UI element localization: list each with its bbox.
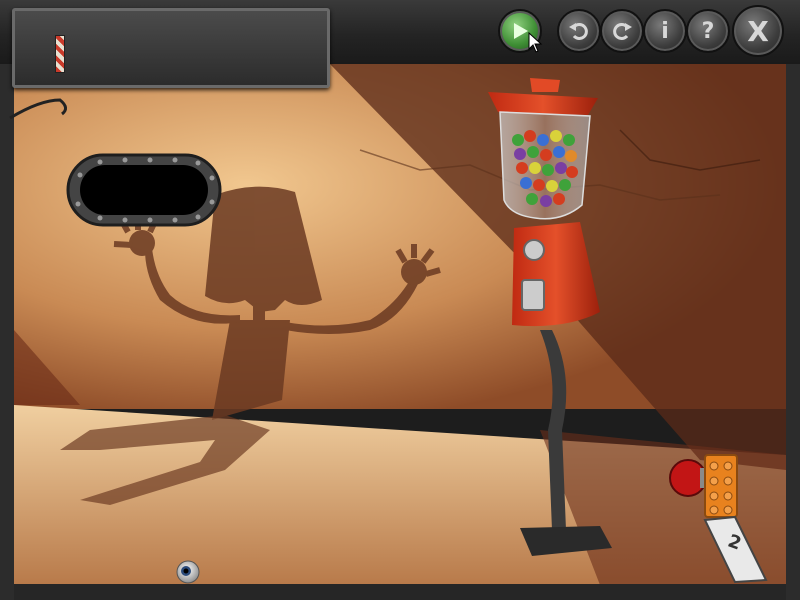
porthole-window[interactable] [66,153,222,227]
coin-knob[interactable] [523,239,545,261]
right-frame [786,64,800,600]
close-button[interactable]: X [732,5,784,57]
game-scene [0,64,800,600]
eyeball-item[interactable] [176,560,200,584]
redo-icon [613,23,632,40]
bottom-frame [0,584,800,600]
undo-icon [569,23,588,40]
inventory-item[interactable] [55,35,65,73]
help-icon: ? [701,18,715,44]
orange-brick[interactable] [704,454,738,518]
info-button[interactable]: i [643,9,687,53]
gumball-chute[interactable] [521,279,545,311]
undo-button[interactable] [557,9,601,53]
inventory-panel [12,8,330,88]
left-frame [0,64,14,600]
redo-button[interactable] [600,9,644,53]
cursor-icon [528,32,543,53]
info-icon: i [661,18,669,44]
help-button[interactable]: ? [686,9,730,53]
close-icon: X [747,14,769,48]
